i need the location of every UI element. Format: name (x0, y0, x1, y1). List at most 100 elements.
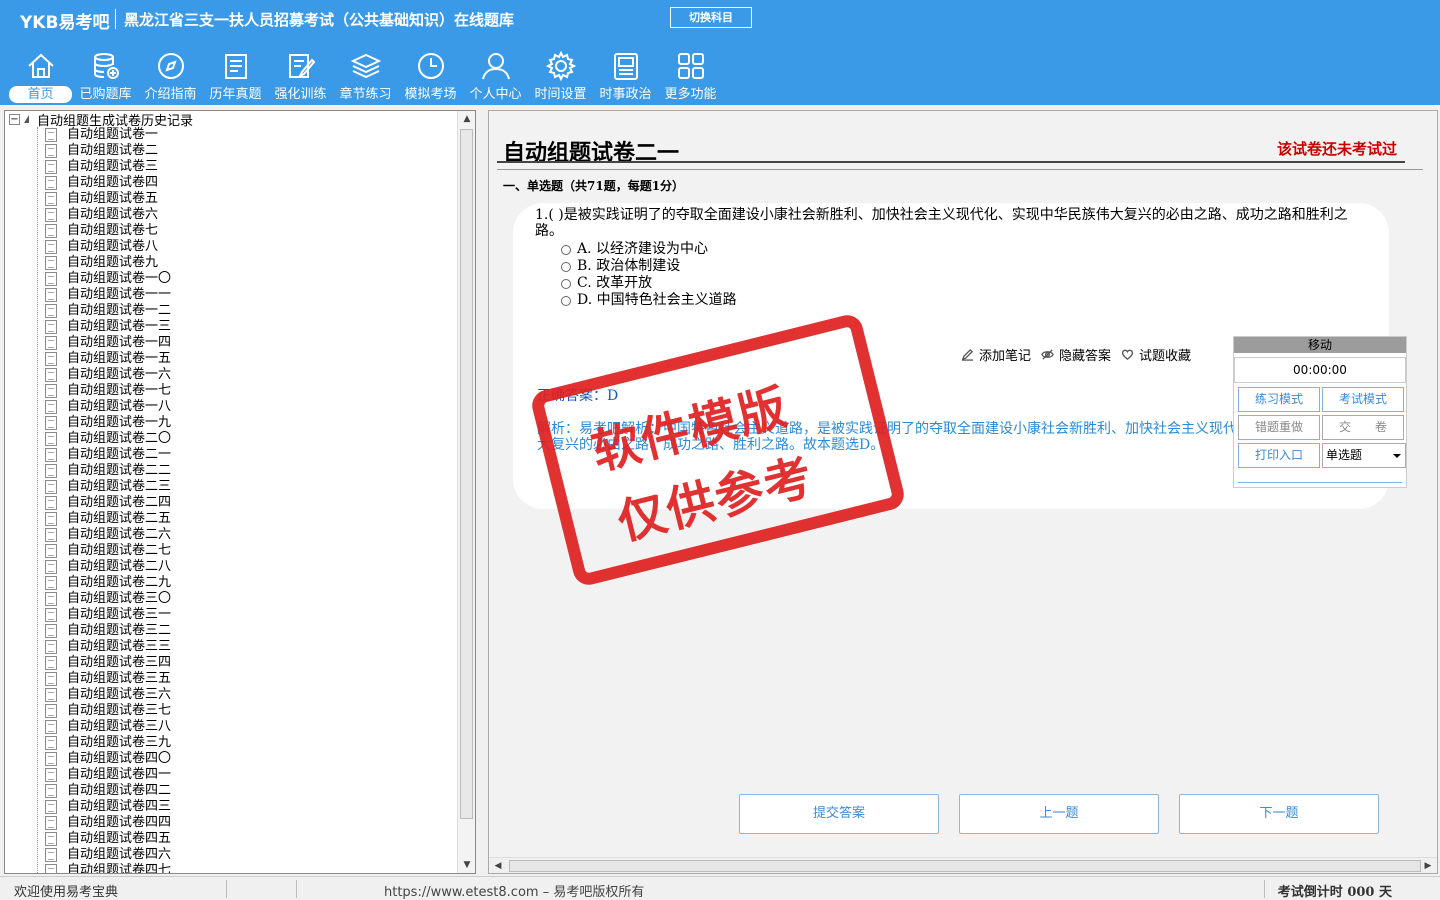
nav-item-purchased[interactable]: 已购题库 (73, 46, 138, 104)
tree-item[interactable]: 自动组题试卷一四 (45, 335, 171, 351)
tree-item[interactable]: 自动组题试卷三四 (45, 655, 171, 671)
exam-mode-button[interactable]: 考试模式 (1322, 387, 1404, 412)
tree-item[interactable]: 自动组题试卷四四 (45, 815, 171, 831)
tree-item[interactable]: 自动组题试卷一六 (45, 367, 171, 383)
tree-item[interactable]: 自动组题试卷二〇 (45, 431, 171, 447)
add-note-button[interactable]: 添加笔记 (961, 345, 1031, 364)
tree-item[interactable]: 自动组题试卷二五 (45, 511, 171, 527)
tree-item[interactable]: 自动组题试卷二 (45, 143, 158, 159)
nav-item-home[interactable]: 首页 (8, 46, 73, 104)
redo-wrong-button[interactable]: 错题重做 (1238, 415, 1320, 440)
option-c[interactable]: C. 改革开放 (561, 275, 652, 292)
tree-item[interactable]: 自动组题试卷一〇 (45, 271, 171, 287)
option-d[interactable]: D. 中国特色社会主义道路 (561, 292, 737, 309)
tree-item[interactable]: 自动组题试卷二八 (45, 559, 171, 575)
next-question-button[interactable]: 下一题 (1179, 794, 1379, 834)
tree-item[interactable]: 自动组题试卷二一 (45, 447, 171, 463)
tree-item[interactable]: 自动组题试卷三〇 (45, 591, 171, 607)
tree-item[interactable]: 自动组题试卷二三 (45, 479, 171, 495)
document-icon (45, 656, 57, 670)
tree-item[interactable]: 自动组题试卷二七 (45, 543, 171, 559)
print-entry-button[interactable]: 打印入口 (1238, 443, 1320, 468)
tree-item[interactable]: 自动组题试卷四〇 (45, 751, 171, 767)
tree-item[interactable]: 自动组题试卷一七 (45, 383, 171, 399)
tree-item[interactable]: 自动组题试卷三一 (45, 607, 171, 623)
option-a[interactable]: A. 以经济建设为中心 (561, 241, 708, 258)
document-icon (45, 720, 57, 734)
tree-item[interactable]: 自动组题试卷四 (45, 175, 158, 191)
option-label: A. 以经济建设为中心 (577, 241, 709, 257)
radio-button[interactable] (561, 295, 571, 306)
tree-item[interactable]: 自动组题试卷三三 (45, 639, 171, 655)
radio-button[interactable] (561, 244, 571, 255)
tree-item[interactable]: 自动组题试卷四三 (45, 799, 171, 815)
tree-item[interactable]: 自动组题试卷二六 (45, 527, 171, 543)
tree-item[interactable]: 自动组题试卷二九 (45, 575, 171, 591)
scroll-left-icon[interactable]: ◀ (491, 858, 505, 874)
nav-item-current-affairs[interactable]: 时事政治 (593, 46, 658, 104)
tree-item-label: 自动组题试卷二〇 (67, 431, 172, 446)
previous-question-button[interactable]: 上一题 (959, 794, 1159, 834)
tree-item-label: 自动组题试卷一三 (67, 319, 172, 334)
radio-button[interactable] (561, 278, 571, 289)
tree-item[interactable]: 自动组题试卷四一 (45, 767, 171, 783)
nav-item-more[interactable]: 更多功能 (658, 46, 723, 104)
tree-item[interactable]: 自动组题试卷一九 (45, 415, 171, 431)
tree-item[interactable]: 自动组题试卷一二 (45, 303, 171, 319)
question-type-select[interactable]: 单选题 (1322, 443, 1406, 468)
tree-item[interactable]: 自动组题试卷一一 (45, 287, 171, 303)
tree-item[interactable]: 自动组题试卷六 (45, 207, 158, 223)
tree-item[interactable]: 自动组题试卷一 (45, 127, 158, 143)
tree-root[interactable]: − 自动组题生成试卷历史记录 (9, 111, 193, 129)
tree-item[interactable]: 自动组题试卷四七 (45, 863, 171, 873)
copyright-text: https://www.etest8.com – 易考吧版权所有 (384, 885, 645, 900)
tree-item[interactable]: 自动组题试卷八 (45, 239, 158, 255)
scroll-up-icon[interactable]: ▲ (458, 111, 476, 127)
tree-item[interactable]: 自动组题试卷九 (45, 255, 158, 271)
tree-item[interactable]: 自动组题试卷三六 (45, 687, 171, 703)
tree-scrollbar[interactable]: ▲ ▼ (457, 111, 475, 873)
control-box-scrollbar[interactable] (1238, 475, 1402, 483)
practice-mode-button[interactable]: 练习模式 (1238, 387, 1320, 412)
tree-item[interactable]: 自动组题试卷三五 (45, 671, 171, 687)
horizontal-scrollbar[interactable]: ◀ ▶ (489, 857, 1437, 873)
tree-item[interactable]: 自动组题试卷二四 (45, 495, 171, 511)
tree-item[interactable]: 自动组题试卷一三 (45, 319, 171, 335)
hide-answer-button[interactable]: 隐藏答案 (1041, 345, 1111, 364)
tree-item[interactable]: 自动组题试卷三 (45, 159, 158, 175)
tree-item[interactable]: 自动组题试卷三八 (45, 719, 171, 735)
nav-item-chapters[interactable]: 章节练习 (333, 46, 398, 104)
tree-item[interactable]: 自动组题试卷五 (45, 191, 158, 207)
scrollbar-thumb[interactable] (509, 860, 1421, 872)
nav-item-past-exams[interactable]: 历年真题 (203, 46, 268, 104)
tree-item[interactable]: 自动组题试卷四六 (45, 847, 171, 863)
tree-item[interactable]: 自动组题试卷一八 (45, 399, 171, 415)
nav-item-profile[interactable]: 个人中心 (463, 46, 528, 104)
tree-item[interactable]: 自动组题试卷四五 (45, 831, 171, 847)
tree-item[interactable]: 自动组题试卷三九 (45, 735, 171, 751)
tree-item[interactable]: 自动组题试卷七 (45, 223, 158, 239)
nav-item-training[interactable]: 强化训练 (268, 46, 333, 104)
scroll-down-icon[interactable]: ▼ (458, 857, 476, 873)
nav-item-guide[interactable]: 介绍指南 (138, 46, 203, 104)
collapse-toggle-icon[interactable]: − (9, 113, 20, 125)
scrollbar-thumb[interactable] (460, 129, 473, 819)
switch-subject-button[interactable]: 切换科目 (670, 7, 752, 28)
tree-item[interactable]: 自动组题试卷三二 (45, 623, 171, 639)
panel-splitter[interactable] (478, 110, 486, 874)
scroll-right-icon[interactable]: ▶ (1421, 858, 1435, 874)
option-b[interactable]: B. 政治体制建设 (561, 258, 680, 275)
nav-item-mock-exam[interactable]: 模拟考场 (398, 46, 463, 104)
document-icon (45, 304, 57, 318)
move-handle[interactable]: 移动 (1234, 337, 1406, 353)
submit-paper-button[interactable]: 交 卷 (1322, 415, 1404, 440)
tree-item[interactable]: 自动组题试卷一五 (45, 351, 171, 367)
nav-item-time-settings[interactable]: 时间设置 (528, 46, 593, 104)
tree-item[interactable]: 自动组题试卷四二 (45, 783, 171, 799)
radio-button[interactable] (561, 261, 571, 272)
tree-item[interactable]: 自动组题试卷三七 (45, 703, 171, 719)
tree-item-label: 自动组题试卷一〇 (67, 271, 172, 286)
submit-answer-button[interactable]: 提交答案 (739, 794, 939, 834)
tree-item[interactable]: 自动组题试卷二二 (45, 463, 171, 479)
favorite-question-button[interactable]: 试题收藏 (1121, 345, 1191, 364)
